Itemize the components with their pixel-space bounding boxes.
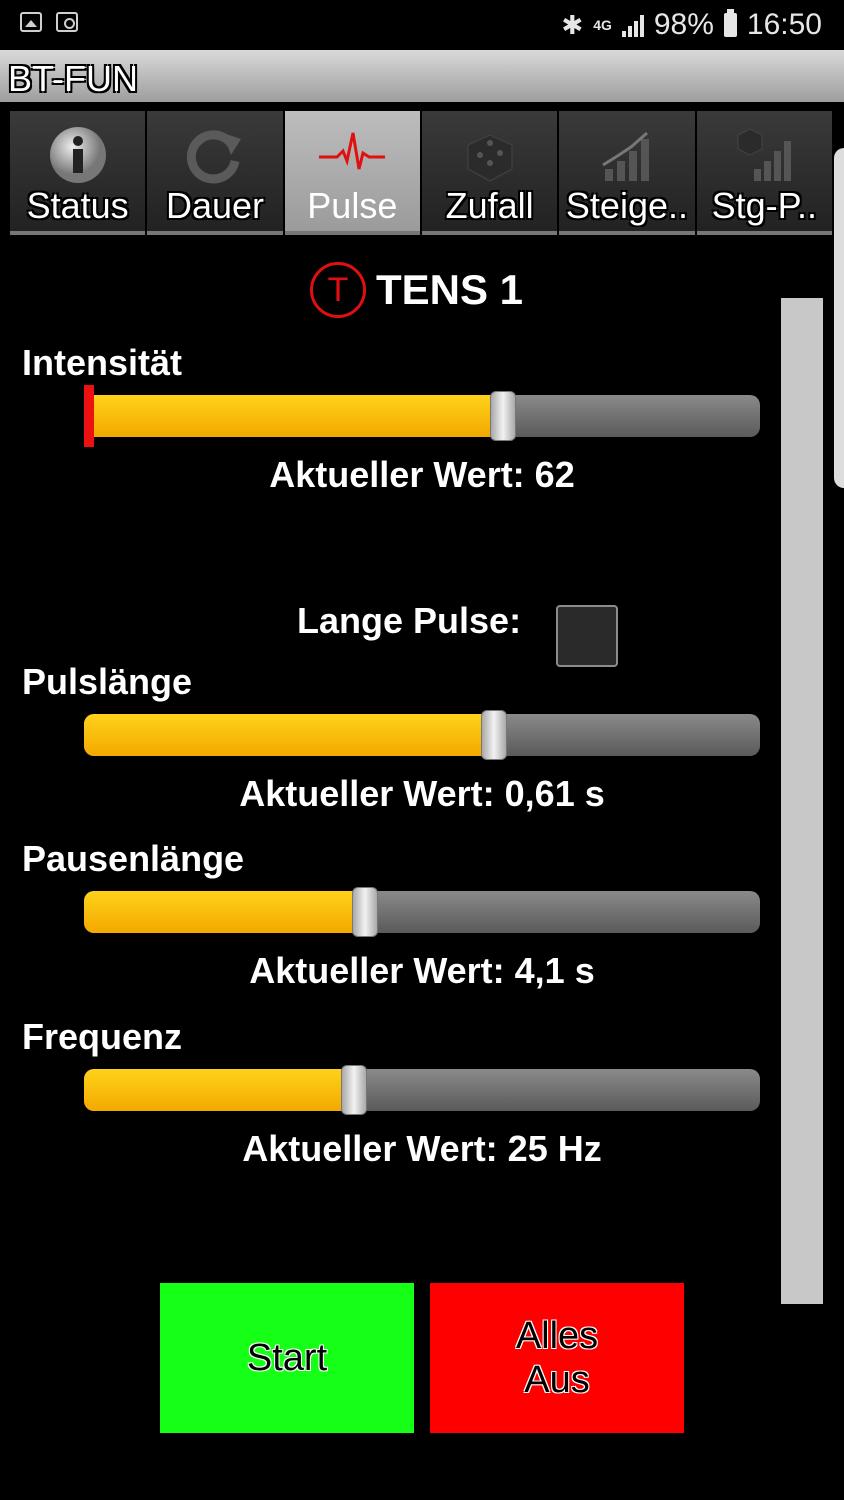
edge-handle[interactable] [834,148,844,488]
tab-label: Pulse [307,185,398,226]
start-button-label: Start [246,1337,328,1379]
slider-fill [84,1069,354,1111]
tab-bar: Status Dauer Pulse Zufall Steige.. Stg-P… [10,111,834,239]
long-pulse-checkbox[interactable] [556,605,618,667]
scrollbar[interactable] [781,298,823,1304]
dice-icon [460,125,520,190]
device-badge-icon: T [310,262,366,318]
frequency-label: Frequenz [22,1016,183,1057]
bluetooth-icon: ✱ [561,9,584,40]
battery-icon [723,9,737,37]
bar-chart-icon [597,125,657,190]
tab-dauer[interactable]: Dauer [147,111,283,235]
all-off-button[interactable]: Alles Aus [430,1283,684,1433]
long-pulse-label: Lange Pulse: [297,600,522,641]
gallery-notification-icon [20,12,42,32]
slider-thumb[interactable] [481,710,507,760]
frequency-slider[interactable] [84,1065,760,1115]
slider-thumb[interactable] [490,391,516,441]
frequency-value: Aktueller Wert: 25 Hz [242,1128,602,1169]
slider-thumb[interactable] [352,887,378,937]
intensity-value: Aktueller Wert: 62 [269,454,575,495]
all-off-button-label: Alles Aus [516,1314,598,1402]
clock: 16:50 [746,8,822,41]
start-button[interactable]: Start [160,1283,414,1433]
pause-length-value: Aktueller Wert: 4,1 s [249,950,595,991]
pause-length-slider[interactable] [84,887,760,937]
tab-label: Status [26,185,129,226]
app-title: BT-FUN [8,58,138,99]
network-type: 4G [593,17,612,33]
tab-stg-p[interactable]: Stg-P.. [696,111,832,235]
tab-zufall[interactable]: Zufall [421,111,558,235]
pulse-length-slider[interactable] [84,710,760,760]
info-icon [48,125,108,190]
refresh-icon [185,125,245,190]
pulse-length-value: Aktueller Wert: 0,61 s [239,773,605,814]
message-notification-icon [56,12,78,32]
slider-fill [84,714,494,756]
app-title-bar: BT-FUN [0,50,844,102]
slider-fill [84,891,365,933]
intensity-label: Intensität [22,342,183,383]
min-marker [84,385,94,447]
pause-length-label: Pausenlänge [22,838,245,879]
all-off-line-1: Alles [515,1315,599,1357]
slider-fill [84,395,503,437]
slider-thumb[interactable] [341,1065,367,1115]
device-name: TENS 1 [376,266,524,313]
intensity-slider[interactable] [84,385,760,447]
pulse-length-label: Pulslänge [22,661,193,702]
all-off-line-2: Aus [524,1359,590,1401]
pulse-icon [317,125,387,180]
tab-steigerung[interactable]: Steige.. [559,111,695,235]
dice-chart-icon [734,125,794,190]
tab-status[interactable]: Status [10,111,146,235]
battery-percent: 98% [653,8,714,41]
tab-label: Steige.. [565,185,689,226]
tab-label: Dauer [165,185,265,226]
status-bar: ✱ 4G 98% 16:50 [0,0,844,50]
signal-icon [621,13,644,37]
tab-label: Stg-P.. [711,185,817,226]
device-heading: T TENS 1 [310,262,523,318]
tab-label: Zufall [445,185,534,226]
tab-pulse[interactable]: Pulse [284,111,420,235]
